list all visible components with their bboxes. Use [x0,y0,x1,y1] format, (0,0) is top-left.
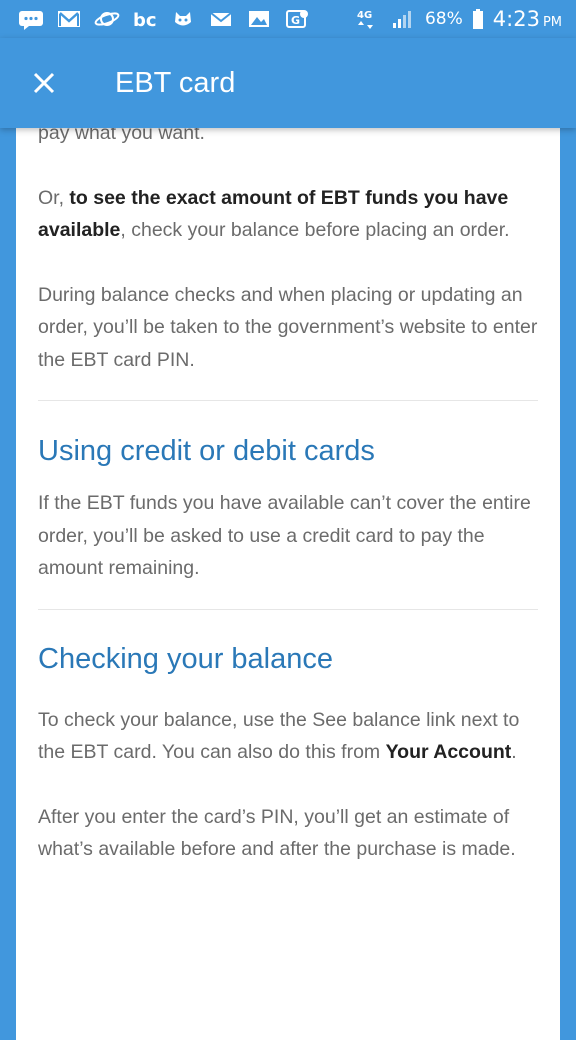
maps-icon: G [284,8,310,30]
battery-icon [471,8,485,30]
close-icon [33,72,55,94]
cat-icon [170,8,196,30]
paragraph-credit-card: If the EBT funds you have available can’… [38,492,531,579]
message-icon [18,8,44,30]
close-button[interactable] [21,60,67,106]
heading-checking-balance: Checking your balance [38,642,334,675]
paragraph-balance-checks: During balance checks and when placing o… [38,283,538,371]
svg-text:bc: bc [133,10,157,30]
your-account-link[interactable]: Your Account [386,741,512,763]
image-icon [246,8,272,30]
status-bar: bc G 4G 68% 4:23 PM [0,0,576,38]
signal-icon [391,8,417,30]
mail-icon [208,8,234,30]
battery-percent: 68% [424,9,463,29]
svg-text:G: G [291,14,300,27]
gmail-icon [56,8,82,30]
paragraph-after-pin: After you enter the card’s PIN, you’ll g… [38,805,516,861]
clock: 4:23 PM [492,7,562,31]
divider [38,400,538,401]
app-bar: EBT card [0,38,576,128]
svg-text:4G: 4G [357,10,372,21]
saturn-icon [94,8,120,30]
paragraph-see-funds: Or, to see the exact amount of EBT funds… [38,186,510,242]
bc-icon: bc [132,8,158,30]
content-card: pay what you want. Or, to see the exact … [16,110,560,1040]
page-title: EBT card [115,66,236,99]
divider [38,608,538,610]
system-status: 4G 68% 4:23 PM [357,7,562,31]
network-4g-icon: 4G [357,8,383,30]
notification-icons: bc G [18,8,310,30]
heading-credit-debit: Using credit or debit cards [38,435,375,467]
paragraph-check-balance: To check your balance, use the See balan… [38,708,520,764]
help-content: pay what you want. Or, to see the exact … [38,110,538,866]
